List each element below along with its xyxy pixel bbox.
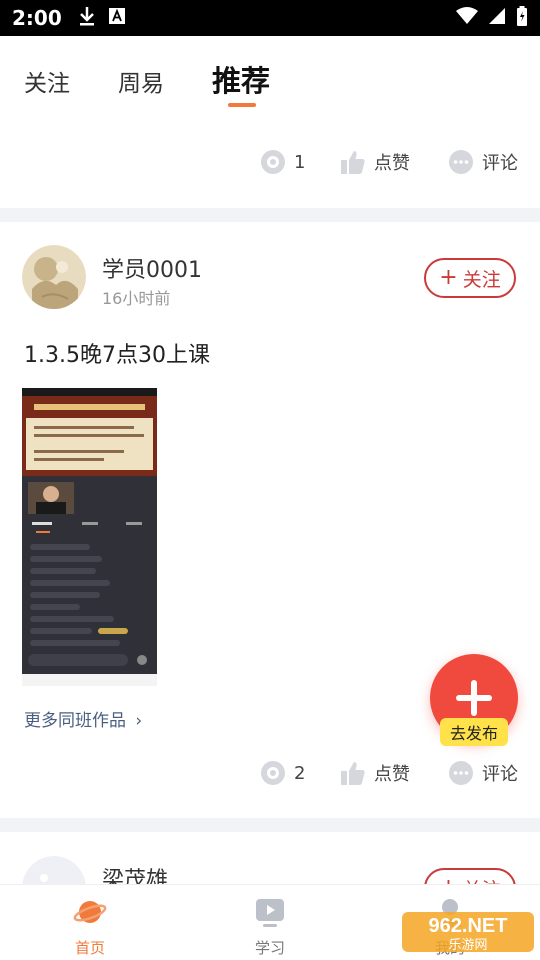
comment-button[interactable]: 评论 <box>448 760 518 786</box>
nav-home-label: 首页 <box>74 939 105 957</box>
post-username[interactable]: 学员0001 <box>102 252 202 284</box>
follow-button[interactable]: + 关注 <box>424 258 516 298</box>
like-label: 点赞 <box>374 153 410 174</box>
feed-divider <box>0 208 540 222</box>
avatar[interactable] <box>22 245 86 309</box>
tab-zhouyi-label: 周易 <box>118 71 164 97</box>
download-icon <box>78 6 96 30</box>
status-bar: 2:00 <box>0 0 540 36</box>
tab-recommend-label: 推荐 <box>212 64 271 98</box>
view-count: 2 <box>260 760 305 786</box>
like-label: 点赞 <box>374 764 410 785</box>
eye-icon <box>260 149 286 175</box>
watermark-subtext: 乐游网 <box>448 938 487 953</box>
nav-study-label: 学习 <box>254 939 285 957</box>
like-button[interactable]: 点赞 <box>340 760 410 786</box>
more-link-label: 更多同班作品 <box>24 711 126 731</box>
signal-icon <box>488 7 506 29</box>
top-tabs: 关注 周易 推荐 <box>0 36 540 120</box>
tab-recommend[interactable]: 推荐 <box>212 58 271 107</box>
post-actions-prev: 1 点赞 评论 <box>0 143 540 183</box>
watermark-logo: 962.NET 乐游网 <box>400 908 536 956</box>
comment-label: 评论 <box>482 153 518 174</box>
post-actions: 2 点赞 评论 <box>0 754 540 794</box>
post-text: 1.3.5晚7点30上课 <box>24 343 210 368</box>
play-icon <box>253 895 287 933</box>
post-time: 16小时前 <box>102 289 171 308</box>
feed-divider <box>0 818 540 832</box>
tab-active-indicator <box>228 103 256 107</box>
view-count-value: 2 <box>294 762 306 784</box>
view-count: 1 <box>260 149 305 175</box>
watermark-text: 962.NET <box>429 915 508 937</box>
nav-home[interactable]: 首页 <box>45 895 135 958</box>
wifi-icon <box>456 7 478 29</box>
more-classmate-works-link[interactable]: 更多同班作品 › <box>24 706 142 731</box>
eye-icon <box>260 760 286 786</box>
comment-label: 评论 <box>482 764 518 785</box>
chevron-right-icon: › <box>135 711 143 731</box>
tab-follow[interactable]: 关注 <box>24 64 70 98</box>
nav-study[interactable]: 学习 <box>225 895 315 958</box>
status-time: 2:00 <box>12 6 62 30</box>
planet-icon <box>73 895 107 933</box>
comment-icon <box>448 149 474 175</box>
comment-button[interactable]: 评论 <box>448 149 518 175</box>
plus-icon: + <box>439 265 458 290</box>
like-button[interactable]: 点赞 <box>340 149 410 175</box>
view-count-value: 1 <box>294 151 306 173</box>
post-image[interactable] <box>22 388 157 686</box>
battery-icon <box>516 6 528 30</box>
comment-icon <box>448 760 474 786</box>
thumb-up-icon <box>340 760 366 786</box>
follow-label: 关注 <box>462 268 501 291</box>
publish-fab-label[interactable]: 去发布 <box>440 718 508 746</box>
thumb-up-icon <box>340 149 366 175</box>
tab-zhouyi[interactable]: 周易 <box>118 64 164 98</box>
tab-follow-label: 关注 <box>24 71 70 97</box>
keyboard-a-icon <box>108 7 126 29</box>
